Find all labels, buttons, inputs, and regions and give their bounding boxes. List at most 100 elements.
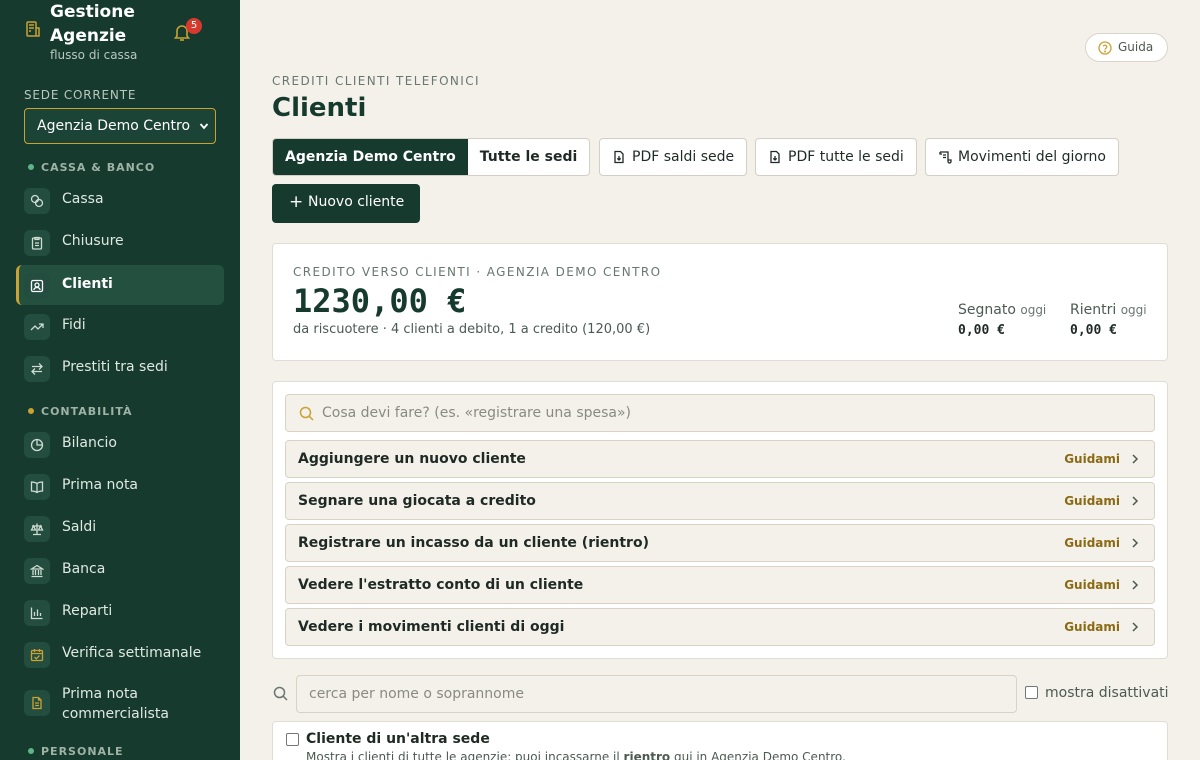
scope-current-sede-button[interactable]: Agenzia Demo Centro: [273, 139, 468, 175]
stat-segnato-suffix: oggi: [1020, 303, 1047, 317]
guide-search-input[interactable]: Cosa devi fare? (es. «registrare una spe…: [285, 394, 1155, 432]
sede-select[interactable]: Agenzia Demo Centro: [24, 108, 216, 144]
bar-chart-icon: [24, 600, 50, 626]
stat-rientri: Rientri oggi 0,00 €: [1070, 302, 1147, 338]
page-eyebrow: CREDITI CLIENTI TELEFONICI: [272, 74, 480, 88]
new-client-label: Nuovo cliente: [308, 194, 405, 210]
search-icon: [299, 406, 314, 421]
guide-item-movimenti-oggi[interactable]: Vedere i movimenti clienti di oggi Guida…: [285, 608, 1155, 646]
sede-label: SEDE CORRENTE: [24, 88, 137, 102]
sidebar-item-banca[interactable]: Banca: [16, 550, 224, 590]
guidami-link[interactable]: Guidami: [1064, 536, 1120, 550]
sidebar-item-label: Fidi: [62, 317, 86, 333]
chevron-right-icon: [1132, 454, 1139, 464]
sidebar-item-cassa[interactable]: Cassa: [16, 180, 224, 220]
sidebar-item-prima-nota[interactable]: Prima nota: [16, 466, 224, 506]
section-label: CASSA & BANCO: [41, 161, 156, 174]
chevron-right-icon: [1132, 622, 1139, 632]
sidebar-item-saldi[interactable]: Saldi: [16, 508, 224, 548]
guide-item-label: Vedere l'estratto conto di un cliente: [298, 577, 584, 593]
guide-item-label: Registrare un incasso da un cliente (rie…: [298, 535, 649, 551]
guide-item-nuovo-cliente[interactable]: Aggiungere un nuovo cliente Guidami: [285, 440, 1155, 478]
chevron-right-icon: [1132, 496, 1139, 506]
clipboard-icon: [24, 230, 50, 256]
sidebar-item-label: Clienti: [62, 276, 113, 292]
sidebar-item-label: Prestiti tra sedi: [62, 359, 168, 375]
other-sede-checkbox[interactable]: [286, 733, 299, 746]
section-dot: [28, 164, 34, 170]
sede-scope-toggle: Agenzia Demo Centro Tutte le sedi: [272, 138, 591, 176]
guidami-link[interactable]: Guidami: [1064, 578, 1120, 592]
sidebar-item-label: Verifica settimanale: [62, 645, 202, 661]
brand-title: Gestione Agenzie: [50, 2, 135, 46]
guide-search-placeholder: Cosa devi fare? (es. «registrare una spe…: [322, 405, 632, 421]
guide-item-label: Vedere i movimenti clienti di oggi: [298, 619, 565, 635]
main-content: Guida CREDITI CLIENTI TELEFONICI Clienti…: [240, 0, 1200, 760]
section-contabilita: CONTABILITÀ: [28, 405, 133, 418]
notification-badge: 5: [186, 18, 202, 34]
contact-icon: [24, 273, 50, 299]
guidami-link[interactable]: Guidami: [1064, 620, 1120, 634]
new-client-button[interactable]: + Nuovo cliente: [272, 184, 420, 223]
section-dot: [28, 408, 34, 414]
section-personale: PERSONALE: [28, 745, 124, 758]
guidami-link[interactable]: Guidami: [1064, 452, 1120, 466]
stat-segnato-value: 0,00 €: [958, 323, 1005, 338]
stat-segnato: Segnato oggi 0,00 €: [958, 302, 1046, 338]
plus-icon: +: [289, 192, 304, 212]
client-search-input[interactable]: cerca per nome o soprannome: [296, 675, 1017, 713]
desc-bold: rientro: [623, 750, 671, 760]
show-disabled-label[interactable]: mostra disattivati: [1045, 685, 1169, 701]
sidebar-item-chiusure[interactable]: Chiusure: [16, 222, 224, 262]
guide-item-incasso-rientro[interactable]: Registrare un incasso da un cliente (rie…: [285, 524, 1155, 562]
sidebar-item-label: Banca: [62, 561, 106, 577]
guidami-link[interactable]: Guidami: [1064, 494, 1120, 508]
sidebar-item-verifica[interactable]: Verifica settimanale: [16, 634, 224, 674]
swap-icon: [24, 356, 50, 382]
pdf-saldi-sede-label: PDF saldi sede: [632, 149, 735, 165]
section-dot: [28, 748, 34, 754]
guida-label: Guida: [1118, 40, 1154, 54]
sidebar-item-label: Saldi: [62, 519, 97, 535]
pdf-saldi-sede-button[interactable]: PDF saldi sede: [599, 138, 747, 176]
sidebar-item-label: Cassa: [62, 191, 104, 207]
client-search-placeholder: cerca per nome o soprannome: [309, 686, 524, 702]
sidebar-item-prestiti[interactable]: Prestiti tra sedi: [16, 348, 224, 388]
stat-rientri-label: Rientri: [1070, 302, 1117, 318]
guida-button[interactable]: Guida: [1085, 33, 1168, 62]
sidebar: Gestione Agenzie flusso di cassa 5 SEDE …: [0, 0, 240, 760]
other-sede-title[interactable]: Cliente di un'altra sede: [306, 731, 490, 747]
guide-card: Cosa devi fare? (es. «registrare una spe…: [272, 381, 1168, 659]
sidebar-item-bilancio[interactable]: Bilancio: [16, 424, 224, 464]
search-icon: [273, 686, 288, 701]
sidebar-item-fidi[interactable]: Fidi: [16, 306, 224, 346]
desc-text: Mostra i clienti di tutte le agenzie: pu…: [306, 750, 624, 760]
scope-all-sedi-button[interactable]: Tutte le sedi: [468, 139, 590, 175]
credit-eyebrow: CREDITO VERSO CLIENTI · AGENZIA DEMO CEN…: [293, 265, 662, 279]
guide-item-label: Segnare una giocata a credito: [298, 493, 536, 509]
credit-subtitle: da riscuotere · 4 clienti a debito, 1 a …: [293, 322, 651, 337]
coins-icon: [24, 188, 50, 214]
sidebar-item-reparti[interactable]: Reparti: [16, 592, 224, 632]
guide-item-giocata-credito[interactable]: Segnare una giocata a credito Guidami: [285, 482, 1155, 520]
credit-summary-card: CREDITO VERSO CLIENTI · AGENZIA DEMO CEN…: [272, 243, 1168, 361]
sidebar-item-label: Chiusure: [62, 233, 124, 249]
show-disabled-checkbox[interactable]: [1025, 686, 1038, 699]
pdf-tutte-sedi-button[interactable]: PDF tutte le sedi: [755, 138, 917, 176]
calendar-check-icon: [24, 642, 50, 668]
movimenti-giorno-button[interactable]: Movimenti del giorno: [925, 138, 1119, 176]
page-title: Clienti: [272, 93, 367, 123]
chevron-down-icon: [199, 123, 209, 130]
sidebar-item-prima-nota-commercialista[interactable]: Prima nota commercialista: [16, 682, 224, 722]
document-icon: [24, 690, 50, 716]
other-sede-description: Mostra i clienti di tutte le agenzie: pu…: [306, 750, 846, 760]
guide-item-estratto-conto[interactable]: Vedere l'estratto conto di un cliente Gu…: [285, 566, 1155, 604]
sede-select-value: Agenzia Demo Centro: [37, 118, 191, 134]
sidebar-item-label: Prima nota: [62, 477, 139, 493]
section-label: CONTABILITÀ: [41, 405, 133, 418]
chevron-right-icon: [1132, 580, 1139, 590]
stat-rientri-value: 0,00 €: [1070, 323, 1117, 338]
sidebar-item-clienti[interactable]: Clienti: [16, 265, 224, 305]
brand-subtitle: flusso di cassa: [50, 48, 138, 62]
sidebar-item-label: Prima nota commercialista: [62, 686, 169, 722]
